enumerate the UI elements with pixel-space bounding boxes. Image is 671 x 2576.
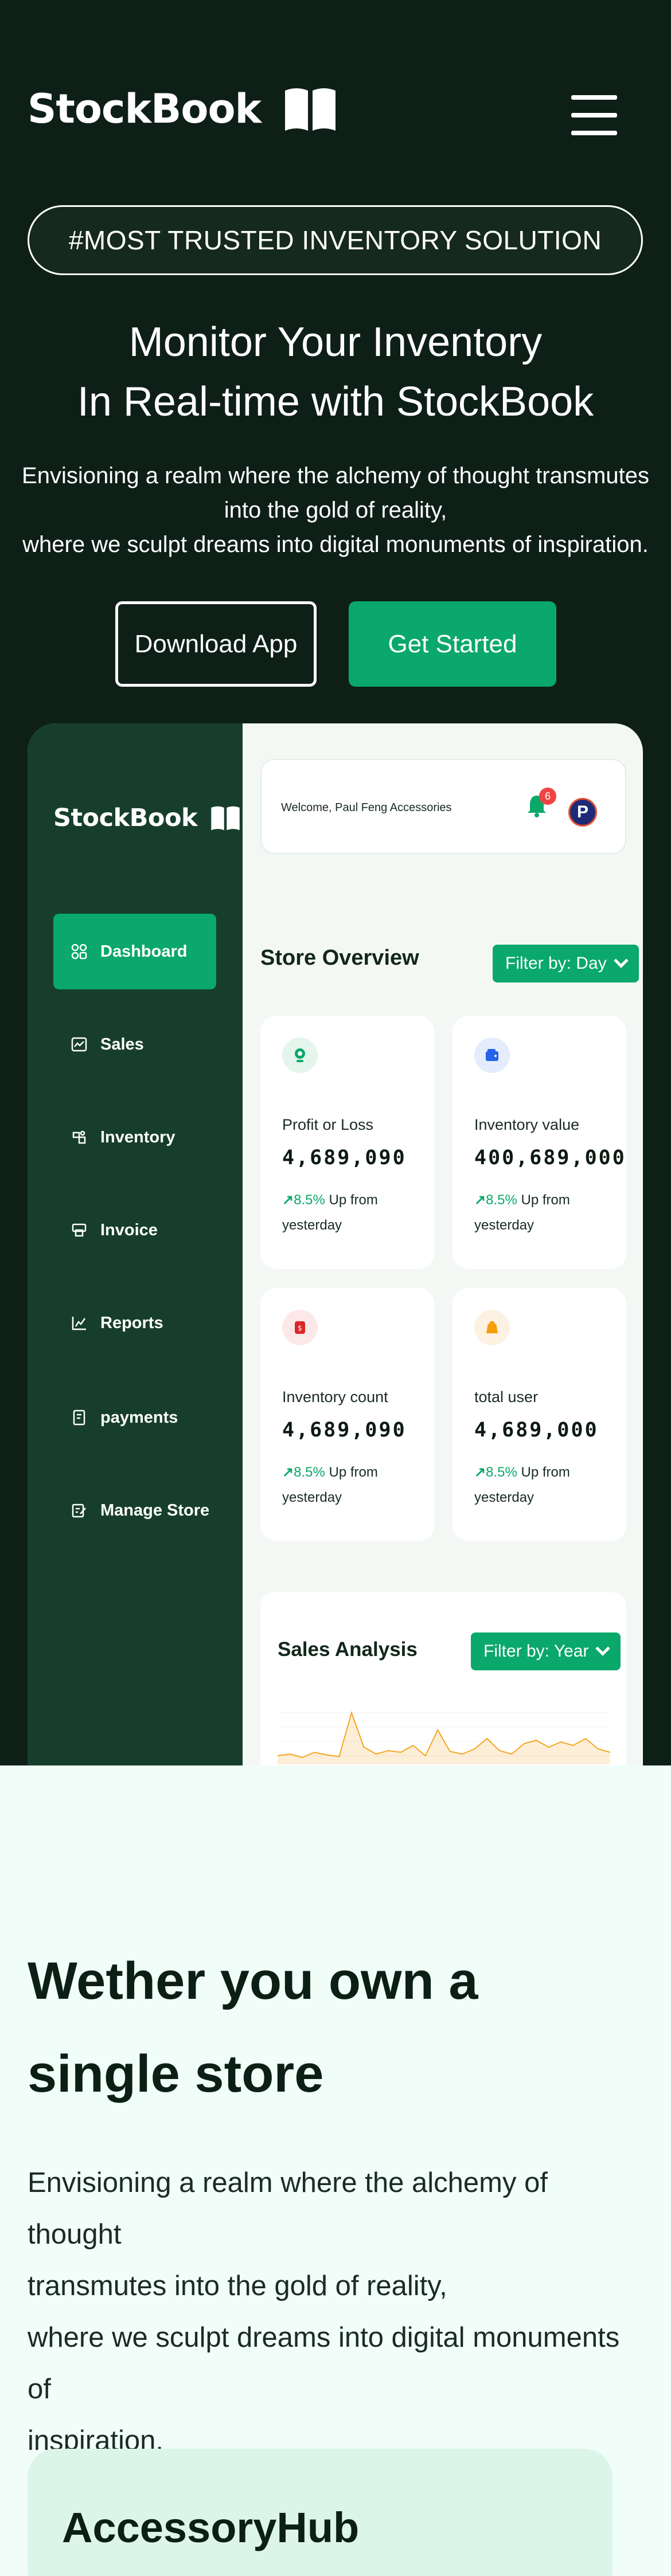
- edit-icon: [71, 1502, 88, 1519]
- stat-card-total-user: total user 4,689,000 ↗8.5% Up from yeste…: [452, 1288, 626, 1541]
- notification-badge: 6: [539, 788, 556, 805]
- stat-value: 4,689,090: [282, 1146, 407, 1169]
- chart-box-icon: [71, 1036, 88, 1053]
- stat-change-pct: 8.5%: [294, 1192, 325, 1208]
- stat-change-pct: 8.5%: [486, 1465, 517, 1480]
- sidebar-item-inventory[interactable]: Inventory: [53, 1099, 216, 1175]
- sidebar-item-label: payments: [100, 1408, 178, 1427]
- stat-value: 4,689,090: [282, 1419, 407, 1442]
- stat-change-pct: 8.5%: [294, 1465, 325, 1480]
- sidebar-item-dashboard[interactable]: Dashboard: [53, 914, 216, 989]
- filter-label: Filter by: Day: [505, 954, 607, 973]
- avatar[interactable]: P: [568, 798, 597, 827]
- overview-filter-select[interactable]: Filter by: Day: [493, 945, 639, 982]
- dashboard-brand-name: StockBook: [53, 804, 198, 832]
- sales-analysis-card: Sales Analysis Filter by: Year: [260, 1592, 626, 1765]
- sales-analysis-title: Sales Analysis: [278, 1638, 418, 1661]
- section-text-line-2: transmutes into the gold of reality,: [28, 2270, 447, 2301]
- hero-section: StockBook #MOST TRUSTED INVENTORY SOLUTI…: [0, 0, 671, 1765]
- stat-change: ↗8.5% Up from yesterday: [282, 1188, 420, 1238]
- trusted-badge: #MOST TRUSTED INVENTORY SOLUTION: [28, 205, 643, 275]
- sub-line-2: into the gold of reality,: [224, 498, 447, 523]
- book-icon: [285, 88, 336, 131]
- sidebar-item-manage-store[interactable]: Manage Store: [53, 1473, 216, 1548]
- headline-line-1: Monitor Your Inventory: [128, 319, 543, 365]
- store-overview-title: Store Overview: [260, 946, 419, 970]
- stat-value: 4,689,000: [474, 1419, 599, 1442]
- stat-change: ↗8.5% Up from yesterday: [474, 1460, 612, 1510]
- bell-icon[interactable]: 6: [525, 788, 556, 819]
- hamburger-icon[interactable]: [571, 95, 617, 135]
- dashboard-main: Welcome, Paul Feng Accessories 6 P Store…: [243, 723, 643, 1765]
- section-title-line-1: Wether you own a: [28, 1952, 478, 2010]
- sidebar-item-invoice[interactable]: Invoice: [53, 1192, 216, 1268]
- trend-up-icon: ↗: [474, 1465, 486, 1480]
- hero-headline: Monitor Your Inventory In Real-time with…: [0, 312, 671, 432]
- stat-value: 400,689,000: [474, 1146, 626, 1169]
- welcome-text: Welcome, Paul Feng Accessories: [281, 801, 452, 814]
- section-text-line-4: of: [28, 2374, 51, 2405]
- welcome-bar: Welcome, Paul Feng Accessories 6 P: [260, 759, 626, 854]
- stat-change-pct: 8.5%: [486, 1192, 517, 1208]
- section-text-line-3: where we sculpt dreams into digital monu…: [28, 2322, 620, 2353]
- receipt-icon: [71, 1409, 88, 1426]
- dashboard-logo: StockBook: [53, 804, 241, 832]
- stat-card-profit: Profit or Loss 4,689,090 ↗8.5% Up from y…: [260, 1016, 434, 1269]
- store-card[interactable]: AccessoryHub: [28, 2449, 613, 2576]
- headline-line-2: In Real-time with StockBook: [77, 379, 594, 425]
- stat-change: ↗8.5% Up from yesterday: [282, 1460, 420, 1510]
- download-app-button[interactable]: Download App: [115, 601, 317, 687]
- grid-icon: [71, 943, 88, 960]
- money-icon: [282, 1038, 318, 1073]
- book-icon: [211, 806, 240, 831]
- section-text: Envisioning a realm where the alchemy of…: [28, 2157, 647, 2467]
- section-title: Wether you own a single store: [28, 1935, 647, 2120]
- svg-text:$: $: [298, 1324, 302, 1332]
- sidebar-item-label: Dashboard: [100, 942, 188, 961]
- tag-icon: $: [282, 1310, 318, 1345]
- sales-area: [278, 1713, 610, 1764]
- sidebar-item-reports[interactable]: Reports: [53, 1285, 216, 1361]
- sidebar-item-label: Sales: [100, 1035, 144, 1054]
- stat-label: Inventory count: [282, 1388, 388, 1406]
- trend-up-icon: ↗: [474, 1192, 486, 1208]
- filter-label: Filter by: Year: [483, 1642, 589, 1661]
- sidebar-item-label: Manage Store: [100, 1501, 210, 1520]
- section-text-line-1: Envisioning a realm where the alchemy of…: [28, 2167, 548, 2250]
- sidebar-item-label: Invoice: [100, 1220, 158, 1239]
- logo[interactable]: StockBook: [28, 85, 338, 133]
- sidebar-item-label: Inventory: [100, 1128, 175, 1146]
- store-card-title: AccessoryHub: [62, 2504, 360, 2551]
- stat-label: Profit or Loss: [282, 1116, 374, 1133]
- chevron-down-icon: [613, 953, 629, 968]
- brand-name: StockBook: [28, 85, 262, 132]
- section-title-line-2: single store: [28, 2045, 324, 2103]
- get-started-button[interactable]: Get Started: [349, 601, 556, 687]
- sales-chart: [278, 1710, 610, 1764]
- bar-chart-icon: [71, 1314, 88, 1332]
- stat-change: ↗8.5% Up from yesterday: [474, 1188, 612, 1238]
- trend-up-icon: ↗: [282, 1192, 294, 1208]
- sidebar-item-sales[interactable]: Sales: [53, 1007, 216, 1082]
- sidebar-item-label: Reports: [100, 1313, 163, 1332]
- box-icon: [71, 1129, 88, 1146]
- stat-label: total user: [474, 1388, 539, 1406]
- printer-icon: [71, 1222, 88, 1239]
- bag-icon: [474, 1310, 510, 1345]
- dashboard-preview: StockBook Dashboard Sales Inventory Invo…: [28, 723, 643, 1765]
- hero-subheadline: Envisioning a realm where the alchemy of…: [17, 459, 654, 562]
- stat-card-inventory-count: $ Inventory count 4,689,090 ↗8.5% Up fro…: [260, 1288, 434, 1541]
- sidebar-item-payments[interactable]: payments: [53, 1380, 216, 1455]
- wallet-icon: [474, 1038, 510, 1073]
- chevron-down-icon: [595, 1641, 611, 1656]
- sub-line-1: Envisioning a realm where the alchemy of…: [22, 463, 649, 488]
- sub-line-3: where we sculpt dreams into digital monu…: [22, 532, 649, 557]
- stat-label: Inventory value: [474, 1116, 580, 1133]
- stat-card-inventory-value: Inventory value 400,689,000 ↗8.5% Up fro…: [452, 1016, 626, 1269]
- trend-up-icon: ↗: [282, 1465, 294, 1480]
- dashboard-sidebar: StockBook Dashboard Sales Inventory Invo…: [28, 723, 243, 1765]
- sales-filter-select[interactable]: Filter by: Year: [471, 1632, 621, 1670]
